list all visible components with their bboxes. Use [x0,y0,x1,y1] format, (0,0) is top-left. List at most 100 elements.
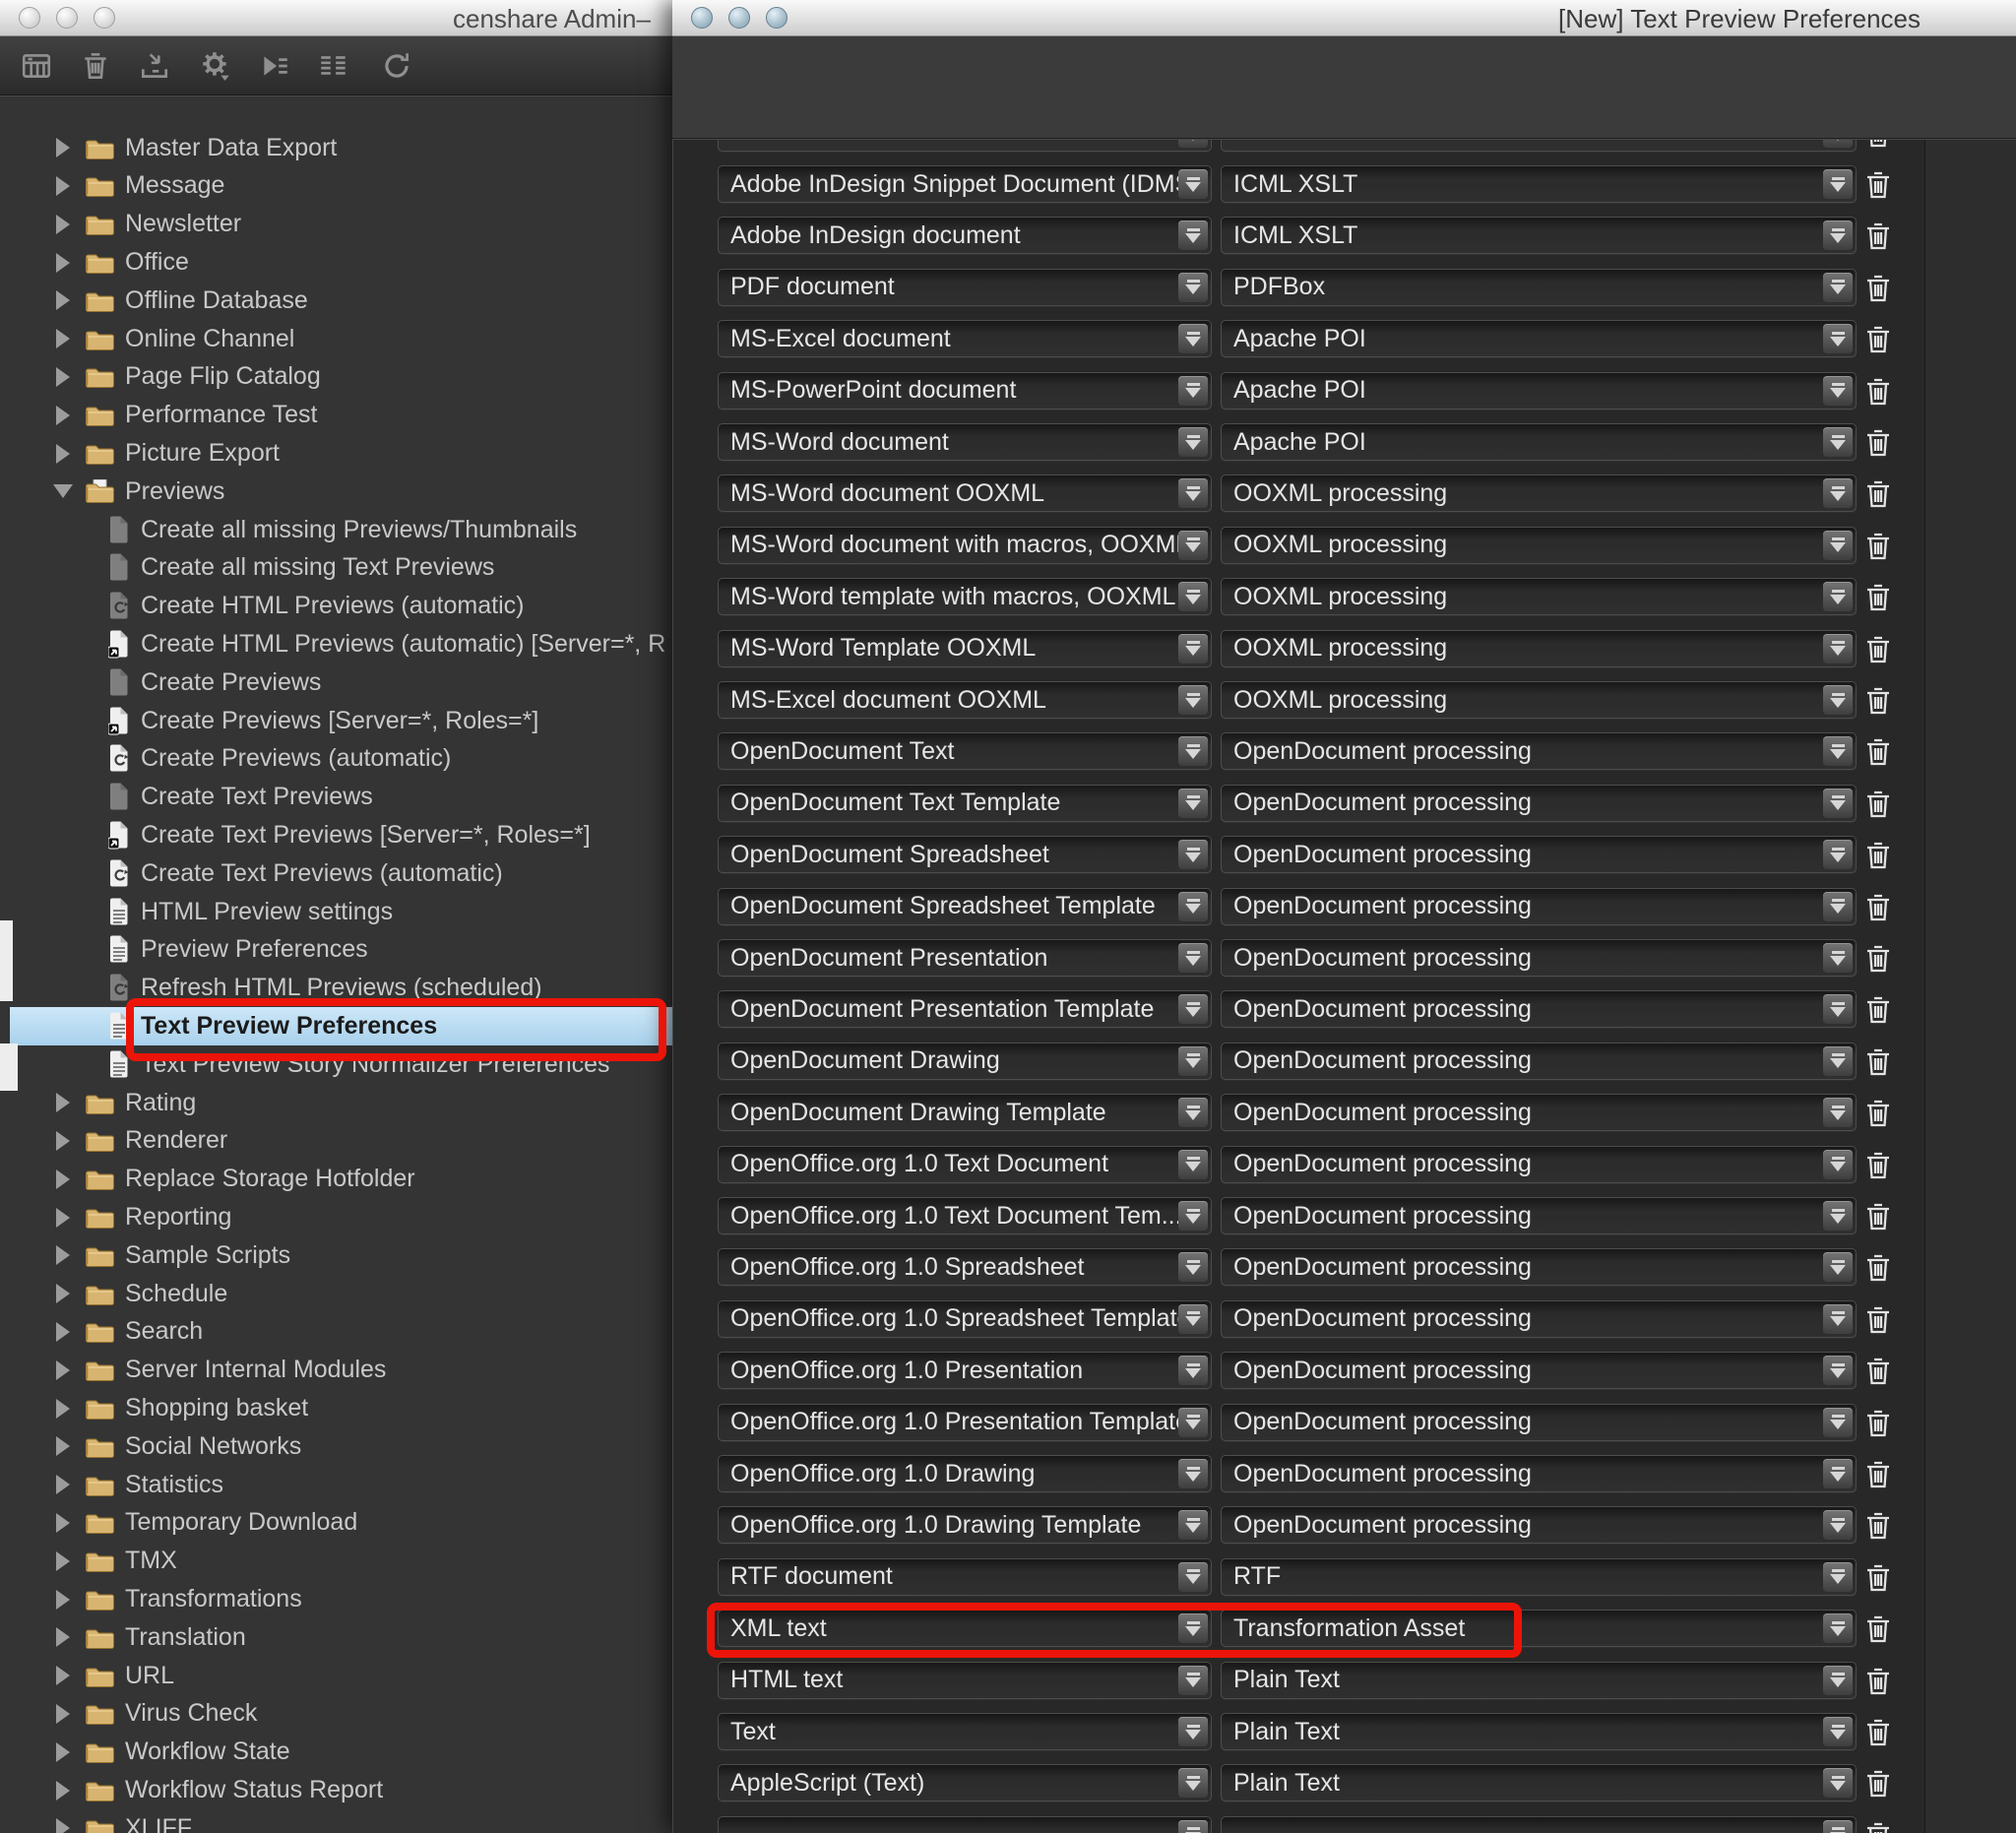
processor-select[interactable]: OpenDocument processing [1221,732,1857,770]
dropdown-arrow-icon[interactable] [1823,376,1853,406]
chevron-right-icon[interactable] [55,176,71,196]
document-type-select[interactable]: MS-PowerPoint document [718,372,1212,410]
delete-row-button[interactable] [1860,1148,1896,1183]
tree-item[interactable]: Page Flip Catalog [0,357,672,396]
dropdown-arrow-icon[interactable] [1823,1046,1853,1076]
tree-item[interactable]: Virus Check [0,1694,672,1733]
dropdown-arrow-icon[interactable] [1823,221,1853,250]
chevron-right-icon[interactable] [55,1590,71,1610]
tree-item[interactable]: Online Channel [0,320,672,358]
delete-row-button[interactable] [1860,734,1896,770]
delete-row-button[interactable] [1860,838,1896,873]
document-type-select[interactable]: OpenOffice.org 1.0 Spreadsheet Template [718,1300,1212,1338]
processor-select[interactable]: PDFBox [1221,269,1857,306]
document-type-select[interactable]: OpenOffice.org 1.0 Presentation Template [718,1404,1212,1441]
dropdown-arrow-icon[interactable] [1823,1666,1853,1695]
delete-row-button[interactable] [1860,167,1896,203]
chevron-right-icon[interactable] [55,1436,71,1456]
document-type-select[interactable]: HTML text [718,1662,1212,1699]
dropdown-arrow-icon[interactable] [1178,427,1208,457]
dropdown-arrow-icon[interactable] [1823,1717,1853,1746]
delete-row-button[interactable] [1860,941,1896,977]
dropdown-arrow-icon[interactable] [1178,376,1208,406]
chevron-right-icon[interactable] [55,138,71,158]
document-type-select[interactable]: OpenOffice.org 1.0 Drawing [718,1455,1212,1492]
dropdown-arrow-icon[interactable] [1823,634,1853,664]
processor-select[interactable]: Apache POI [1221,423,1857,461]
dropdown-arrow-icon[interactable] [1178,789,1208,818]
dropdown-arrow-icon[interactable] [1823,943,1853,973]
dropdown-arrow-icon[interactable] [1823,582,1853,611]
tree-item-partial[interactable] [0,95,672,109]
tree-item[interactable]: Newsletter [0,205,672,243]
tree-item[interactable]: Sample Scripts [0,1236,672,1275]
delete-row-button[interactable] [1860,1715,1896,1750]
dropdown-arrow-icon[interactable] [1178,1562,1208,1592]
dropdown-arrow-icon[interactable] [1178,943,1208,973]
tree-item[interactable]: Workflow State [0,1733,672,1771]
tree-item[interactable]: Transformations [0,1580,672,1618]
dropdown-arrow-icon[interactable] [1823,1613,1853,1643]
tree-item[interactable]: Social Networks [0,1427,672,1466]
dropdown-arrow-icon[interactable] [1823,1150,1853,1179]
dropdown-arrow-icon[interactable] [1178,324,1208,353]
tree-item[interactable]: XLIFF [0,1809,672,1833]
processor-select[interactable]: RTF [1221,1558,1857,1596]
processor-select[interactable] [1221,139,1857,152]
dropdown-arrow-icon[interactable] [1823,1408,1853,1437]
tree-item[interactable]: Create HTML Previews (automatic) [Server… [0,625,672,664]
delete-row-button[interactable] [1860,1302,1896,1338]
tree-item[interactable]: Office [0,243,672,282]
processor-select[interactable]: OpenDocument processing [1221,1352,1857,1389]
delete-row-button[interactable] [1860,1457,1896,1492]
chevron-right-icon[interactable] [55,1284,71,1303]
dropdown-arrow-icon[interactable] [1823,1820,1853,1833]
document-type-select[interactable]: OpenDocument Spreadsheet Template [718,888,1212,925]
document-type-select[interactable]: MS-Word Template OOXML [718,630,1212,667]
chevron-right-icon[interactable] [55,1131,71,1151]
processor-select[interactable]: OpenDocument processing [1221,836,1857,873]
dropdown-arrow-icon[interactable] [1823,1459,1853,1488]
processor-select[interactable]: Apache POI [1221,372,1857,410]
close-button[interactable] [19,7,40,29]
processor-select[interactable]: OOXML processing [1221,630,1857,667]
dropdown-arrow-icon[interactable] [1178,892,1208,921]
dropdown-arrow-icon[interactable] [1823,1768,1853,1798]
tree-item[interactable]: Create Text Previews [0,778,672,816]
dropdown-arrow-icon[interactable] [1178,273,1208,302]
dropdown-arrow-icon[interactable] [1178,1459,1208,1488]
delete-row-button[interactable] [1860,580,1896,615]
tree-item[interactable]: Picture Export [0,434,672,473]
chevron-right-icon[interactable] [55,1399,71,1419]
delete-row-button[interactable] [1860,425,1896,461]
delete-row-button[interactable] [1860,476,1896,512]
processor-select[interactable]: OpenDocument processing [1221,939,1857,977]
delete-row-button[interactable] [1860,271,1896,306]
document-type-select[interactable]: OpenDocument Spreadsheet [718,836,1212,873]
document-type-select[interactable]: OpenOffice.org 1.0 Text Document [718,1146,1212,1183]
dropdown-arrow-icon[interactable] [1823,273,1853,302]
delete-row-button[interactable] [1860,529,1896,564]
delete-row-button[interactable] [1860,1044,1896,1080]
delete-row-button[interactable] [1860,1766,1896,1801]
document-type-select[interactable]: OpenDocument Drawing Template [718,1094,1212,1131]
minimize-button[interactable] [728,7,750,29]
dropdown-arrow-icon[interactable] [1823,685,1853,715]
chevron-right-icon[interactable] [55,1781,71,1801]
delete-row-button[interactable] [1860,992,1896,1028]
tree-item[interactable]: Translation [0,1618,672,1657]
chevron-right-icon[interactable] [55,406,71,425]
chevron-right-icon[interactable] [55,1245,71,1265]
dropdown-arrow-icon[interactable] [1178,169,1208,199]
processor-select[interactable]: OpenDocument processing [1221,990,1857,1028]
processor-select[interactable]: OpenDocument processing [1221,1404,1857,1441]
processor-select[interactable]: Plain Text [1221,1764,1857,1801]
document-type-select[interactable]: OpenOffice.org 1.0 Spreadsheet [718,1248,1212,1286]
tree-item[interactable]: HTML Preview settings [0,893,672,931]
dropdown-arrow-icon[interactable] [1823,531,1853,560]
chevron-right-icon[interactable] [55,1360,71,1380]
tree-item[interactable]: Create Previews [0,664,672,702]
dropdown-arrow-icon[interactable] [1823,1562,1853,1592]
delete-row-button[interactable] [1860,1818,1896,1833]
chevron-right-icon[interactable] [55,290,71,310]
